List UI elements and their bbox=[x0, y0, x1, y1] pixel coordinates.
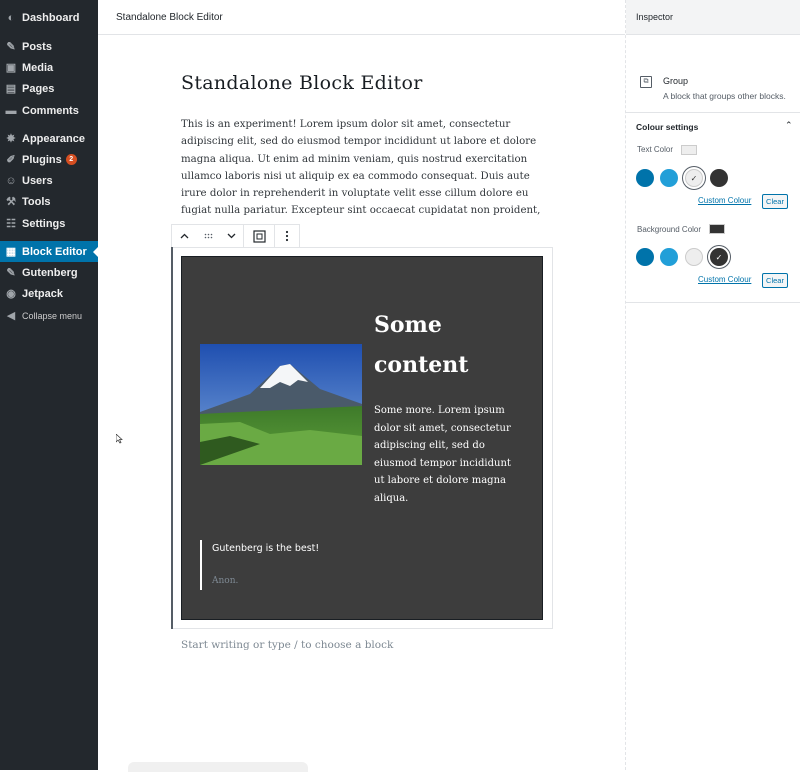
text-color-swatch-2[interactable]: ✓ bbox=[685, 169, 703, 187]
users-icon: ☺ bbox=[5, 174, 17, 187]
admin-menu-pages[interactable]: ▤ Pages bbox=[0, 78, 98, 99]
mouse-cursor-icon bbox=[116, 434, 123, 444]
text-color-label: Text Color bbox=[637, 145, 674, 154]
group-icon bbox=[252, 229, 266, 243]
admin-menu-label: Dashboard bbox=[22, 11, 80, 24]
text-clear-button[interactable]: Clear bbox=[762, 194, 788, 209]
block-card: ⧉ Group A block that groups other blocks… bbox=[626, 66, 800, 113]
post-title[interactable]: Standalone Block Editor bbox=[181, 72, 423, 94]
admin-menu-label: Pages bbox=[22, 82, 55, 95]
quote-text[interactable]: Gutenberg is the best! bbox=[212, 543, 319, 554]
paragraph-block[interactable]: This is an experiment! Lorem ipsum dolor… bbox=[181, 116, 547, 218]
text-color-indicator bbox=[681, 145, 697, 155]
editor-header: Standalone Block Editor bbox=[98, 0, 625, 35]
comments-icon: ▬ bbox=[5, 104, 17, 117]
group-paragraph[interactable]: Some more. Lorem ipsum dolor sit amet, c… bbox=[374, 402, 514, 507]
brush-icon: ✸ bbox=[6, 133, 16, 145]
admin-menu-users[interactable]: ☺ Users bbox=[0, 170, 98, 191]
admin-menu-media[interactable]: ▣ Media bbox=[0, 57, 98, 78]
text-custom-colour-link[interactable]: Custom Colour bbox=[698, 196, 751, 205]
background-color-swatch-1[interactable] bbox=[660, 248, 678, 266]
admin-menu-collapse[interactable]: ◀ Collapse menu bbox=[0, 305, 98, 326]
admin-menu-label: Appearance bbox=[22, 132, 85, 145]
more-options-button[interactable] bbox=[275, 225, 299, 247]
background-color-swatch-3[interactable]: ✓ bbox=[710, 248, 728, 266]
admin-menu-appearance[interactable]: ✸ Appearance bbox=[0, 128, 98, 149]
update-count-badge: 2 bbox=[65, 154, 77, 165]
header-title: Standalone Block Editor bbox=[116, 11, 223, 23]
mountain-image[interactable] bbox=[200, 344, 362, 465]
admin-menu-tools[interactable]: ⚒ Tools bbox=[0, 191, 98, 212]
inspector-title: Inspector bbox=[626, 0, 800, 35]
quote-citation[interactable]: Anon. bbox=[212, 576, 238, 586]
gutenberg-icon: ✎ bbox=[6, 267, 16, 279]
more-vertical-icon bbox=[285, 230, 289, 242]
background-color-indicator bbox=[709, 224, 725, 234]
collapse-icon: ◀ bbox=[6, 310, 16, 322]
admin-menu-block-editor[interactable]: ▦ Block Editor bbox=[0, 241, 99, 262]
admin-menu-comments[interactable]: ▬ Comments bbox=[0, 100, 98, 121]
media-icon: ▣ bbox=[5, 62, 17, 74]
text-color-swatch-1[interactable] bbox=[660, 169, 678, 187]
chevron-up-icon bbox=[180, 233, 188, 239]
block-toolbar bbox=[171, 224, 300, 248]
block-name: Group bbox=[663, 76, 689, 86]
text-color-swatch-0[interactable] bbox=[636, 169, 654, 187]
admin-menu-label: Comments bbox=[22, 104, 79, 117]
drag-handle[interactable] bbox=[196, 225, 220, 247]
background-clear-button[interactable]: Clear bbox=[762, 273, 788, 288]
admin-menu-label: Block Editor bbox=[22, 245, 87, 258]
bottom-bar bbox=[98, 760, 625, 772]
block-editor-icon: ▦ bbox=[5, 246, 17, 258]
drag-handle-icon bbox=[204, 233, 212, 239]
admin-menu-label: Plugins bbox=[22, 153, 62, 166]
background-color-swatch-0[interactable] bbox=[636, 248, 654, 266]
chevron-down-icon bbox=[227, 233, 236, 239]
background-color-swatch-2[interactable] bbox=[685, 248, 703, 266]
quote-block[interactable]: Gutenberg is the best! Anon. bbox=[200, 540, 360, 590]
admin-menu-label: Settings bbox=[22, 217, 66, 230]
admin-menu-label: Users bbox=[22, 174, 53, 187]
admin-menu-plugins[interactable]: ✐ Plugins 2 bbox=[0, 149, 98, 170]
admin-menu-label: Tools bbox=[22, 195, 51, 208]
move-down-button[interactable] bbox=[220, 225, 243, 247]
chevron-up-icon[interactable]: ⌃ bbox=[785, 120, 793, 131]
block-type-button[interactable] bbox=[244, 225, 274, 247]
group-heading[interactable]: Some content bbox=[374, 305, 524, 385]
plug-icon: ✐ bbox=[6, 154, 16, 166]
admin-menu-label: Media bbox=[22, 61, 54, 74]
admin-menu-gutenberg[interactable]: ✎ Gutenberg bbox=[0, 262, 98, 283]
pages-icon: ▤ bbox=[5, 83, 17, 95]
dashboard-icon: ◐ bbox=[7, 11, 15, 24]
background-custom-colour-link[interactable]: Custom Colour bbox=[698, 275, 751, 284]
admin-sidebar: ◐ Dashboard ✎ Posts ▣ Media ▤ Pages ▬ Comments ✸ Ap… bbox=[0, 0, 99, 770]
wrench-icon: ⚒ bbox=[6, 196, 16, 208]
mountain-landscape-image bbox=[200, 344, 362, 465]
pin-icon: ✎ bbox=[6, 41, 16, 53]
admin-menu-label: Posts bbox=[22, 40, 52, 53]
admin-menu-label: Jetpack bbox=[22, 287, 63, 300]
jetpack-icon: ◉ bbox=[6, 288, 16, 300]
inspector-sidebar: Inspector ⧉ Group A block that groups ot… bbox=[626, 0, 800, 770]
block-appender[interactable]: Start writing or type / to choose a bloc… bbox=[181, 639, 393, 651]
admin-menu-settings[interactable]: ☷ Settings bbox=[0, 213, 98, 234]
colour-settings-title[interactable]: Colour settings bbox=[636, 122, 698, 132]
admin-menu-label: Collapse menu bbox=[22, 310, 83, 321]
group-icon: ⧉ bbox=[640, 76, 652, 88]
admin-menu-dashboard[interactable]: ◐ Dashboard bbox=[0, 7, 98, 28]
admin-menu-jetpack[interactable]: ◉ Jetpack bbox=[0, 283, 98, 304]
admin-menu-posts[interactable]: ✎ Posts bbox=[0, 36, 98, 57]
move-up-button[interactable] bbox=[172, 225, 196, 247]
settings-icon: ☷ bbox=[6, 218, 16, 230]
block-description: A block that groups other blocks. bbox=[663, 91, 786, 101]
colour-settings-panel: Colour settings ⌃ Text Color ✓ Custom Co… bbox=[626, 113, 800, 303]
background-color-label: Background Color bbox=[637, 225, 702, 234]
text-color-swatch-3[interactable] bbox=[710, 169, 728, 187]
admin-menu-label: Gutenberg bbox=[22, 266, 78, 279]
